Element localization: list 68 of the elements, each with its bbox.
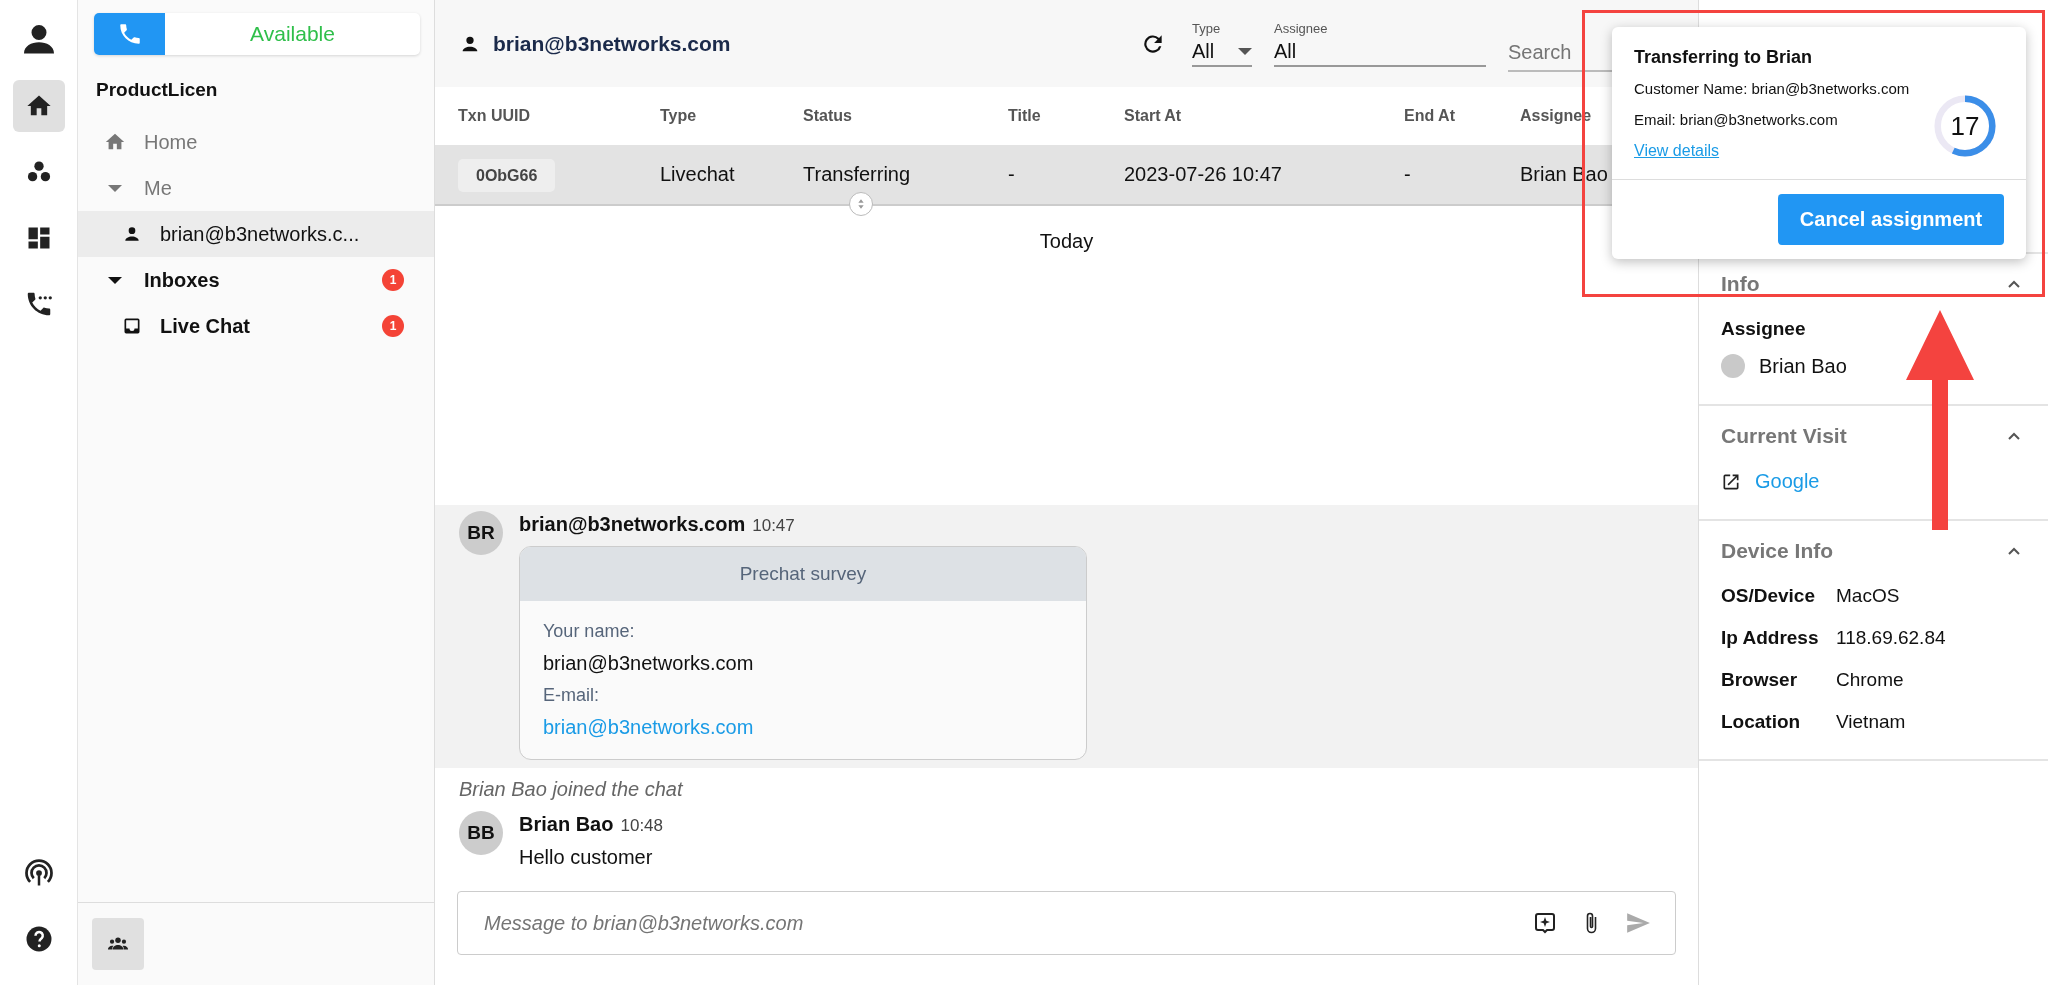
message-text: Hello customer xyxy=(519,846,654,869)
assignee-name: Brian Bao xyxy=(1759,354,1847,378)
sender-name: Brian Bao xyxy=(519,813,614,836)
field-label: OS/Device xyxy=(1721,585,1816,607)
column-header: Type xyxy=(660,107,697,125)
caret-icon xyxy=(1238,47,1252,55)
nav-item[interactable]: brian@b3networks.c... xyxy=(78,211,434,257)
survey-label: Your name: xyxy=(543,621,636,642)
field-label: Assignee xyxy=(1721,318,1807,340)
home-rail-button[interactable] xyxy=(12,80,65,132)
status-label: Available xyxy=(249,21,336,47)
table-cell: - xyxy=(1404,163,1411,185)
table-cell: Transferring xyxy=(803,163,911,185)
inbox-icon xyxy=(122,316,142,336)
add-box-icon[interactable] xyxy=(1533,911,1557,935)
survey-answer: brian@b3networks.com xyxy=(543,652,755,675)
popover-text: Customer Name: brian@b3networks.com xyxy=(1634,80,1911,97)
field-value: Vietnam xyxy=(1836,711,1907,733)
assignee-field[interactable]: Assignee All xyxy=(1274,20,1486,67)
column-header: Start At xyxy=(1124,107,1182,125)
field-label: Location xyxy=(1721,711,1802,733)
email-link[interactable]: brian@b3networks.com xyxy=(543,716,754,738)
sender-name: brian@b3networks.com xyxy=(519,513,746,536)
count-badge: 1 xyxy=(382,315,404,337)
field-value: MacOS xyxy=(1836,585,1901,607)
contact-title: brian@b3networks.com xyxy=(493,31,731,56)
team-button[interactable] xyxy=(92,918,144,970)
nav-item[interactable]: Live Chat 1 xyxy=(78,303,434,349)
message-time: 10:47 xyxy=(752,516,795,536)
person-icon xyxy=(122,224,142,244)
column-header: Txn UUID xyxy=(458,107,530,125)
section-title: Current Visit xyxy=(1721,424,1847,448)
avatar xyxy=(1721,354,1745,378)
message-input[interactable]: Message to brian@b3networks.com xyxy=(482,910,1511,936)
chat-event: Brian Bao joined the chat xyxy=(458,777,684,802)
survey-label: E-mail: xyxy=(543,685,600,706)
org-name: ProductLicen xyxy=(96,79,219,101)
popover-text: Email: brian@b3networks.com xyxy=(1634,111,1839,128)
count-badge: 1 xyxy=(382,269,404,291)
view-details-link[interactable]: View details xyxy=(1634,142,1720,159)
date-divider: Today xyxy=(1039,230,1094,253)
table-cell: 2023-07-26 10:47 xyxy=(1124,163,1282,185)
section-title: Info xyxy=(1721,272,1760,296)
column-header: End At xyxy=(1404,107,1455,125)
nav-item[interactable]: Home xyxy=(78,119,434,165)
section-title: Device Info xyxy=(1721,539,1834,563)
table-cell: - xyxy=(1008,163,1015,185)
resize-handle-icon[interactable] xyxy=(848,192,873,216)
field-value: 118.69.62.84 xyxy=(1836,627,1947,649)
phone-icon xyxy=(94,13,165,55)
nav-group[interactable]: Me xyxy=(78,165,434,211)
status-selector[interactable]: Available xyxy=(94,13,420,55)
message-time: 10:48 xyxy=(620,816,663,836)
table-cell: Livechat xyxy=(660,163,735,185)
message-field[interactable]: Message to brian@b3networks.com xyxy=(457,891,1676,955)
visit-link[interactable]: Google xyxy=(1755,470,1820,493)
avatar: BR xyxy=(459,511,503,555)
field-label: Ip Address xyxy=(1721,627,1820,649)
nav-group[interactable]: Inboxes 1 xyxy=(78,257,434,303)
column-header: Title xyxy=(1008,107,1041,125)
type-select[interactable]: Type All xyxy=(1192,20,1252,67)
table-cell: 0ObG66 xyxy=(458,159,556,192)
field-label: Browser xyxy=(1721,669,1799,691)
cancel-assignment-button[interactable]: Cancel assignment xyxy=(1778,194,2004,245)
avatar: BB xyxy=(459,811,503,855)
survey-title: Prechat survey xyxy=(520,547,1086,601)
field-value: Chrome xyxy=(1836,669,1905,691)
column-header: Status xyxy=(803,107,852,125)
